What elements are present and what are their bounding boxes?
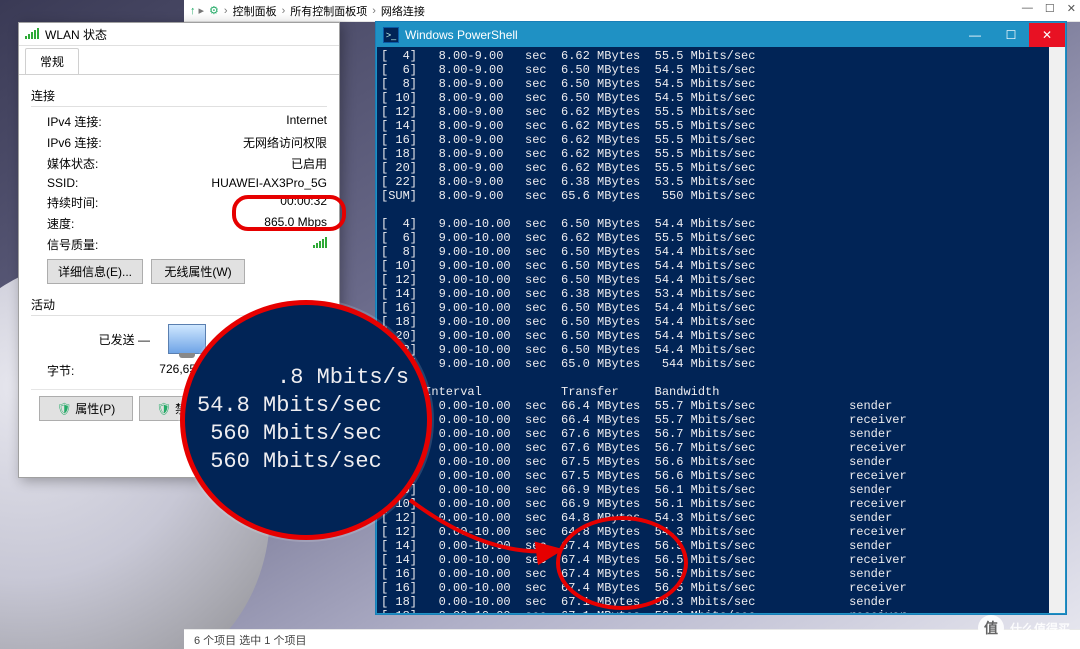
ps-titlebar[interactable]: >_ Windows PowerShell — ☐ ✕ [377, 23, 1065, 47]
crumb-all-items[interactable]: 所有控制面板项 [290, 3, 367, 19]
ps-maximize-button[interactable]: ☐ [993, 23, 1029, 47]
control-panel-icon: ⚙ [209, 4, 219, 17]
wifi-signal-icon [25, 27, 39, 42]
signal-icon [313, 236, 327, 253]
explorer-min-icon[interactable]: — [1022, 2, 1033, 15]
ps-console[interactable]: [ 4] 8.00-9.00 sec 6.62 MBytes 55.5 Mbit… [377, 47, 1065, 613]
wireless-properties-button[interactable]: 无线属性(W) [151, 259, 245, 284]
activity-icon [168, 324, 206, 354]
signal-label: 信号质量: [47, 236, 98, 253]
ipv4-value: Internet [286, 113, 327, 130]
powershell-window: >_ Windows PowerShell — ☐ ✕ [ 4] 8.00-9.… [376, 22, 1066, 614]
explorer-address-bar[interactable]: ↑ ▸ ⚙ › 控制面板 › 所有控制面板项 › 网络连接 — ☐ ✕ [184, 0, 1080, 22]
watermark: 值 什么值得买 [978, 615, 1070, 641]
explorer-max-icon[interactable]: ☐ [1045, 2, 1055, 15]
annotation-magnifier: .8 Mbits/s 54.8 Mbits/sec 560 Mbits/sec … [180, 300, 432, 540]
breadcrumb-sep: ▸ [199, 4, 205, 17]
powershell-icon: >_ [383, 27, 399, 43]
ipv4-label: IPv4 连接: [47, 113, 102, 130]
nav-up-icon[interactable]: ↑ [190, 5, 196, 17]
bytes-label: 字节: [47, 362, 74, 379]
explorer-close-icon[interactable]: ✕ [1067, 2, 1076, 15]
watermark-text: 什么值得买 [1010, 620, 1070, 637]
ipv6-label: IPv6 连接: [47, 134, 102, 151]
ssid-value: HUAWEI-AX3Pro_5G [211, 176, 327, 190]
media-value: 已启用 [291, 155, 327, 172]
details-button[interactable]: 详细信息(E)... [47, 259, 143, 284]
properties-button[interactable]: 🛡 属性(P) [39, 396, 133, 421]
ps-scrollbar[interactable] [1049, 47, 1065, 613]
media-label: 媒体状态: [47, 155, 98, 172]
watermark-logo-icon: 值 [978, 615, 1004, 641]
sent-label: 已发送 — [99, 331, 150, 348]
explorer-status-bar: 6 个项目 选中 1 个项目 [184, 629, 1080, 649]
crumb-control-panel[interactable]: 控制面板 [233, 3, 277, 19]
tab-general[interactable]: 常规 [25, 48, 79, 74]
ps-close-button[interactable]: ✕ [1029, 23, 1065, 47]
group-connection: 连接 [31, 87, 327, 104]
ps-title-text: Windows PowerShell [405, 28, 518, 42]
crumb-network-connections[interactable]: 网络连接 [381, 3, 425, 19]
mag-line1: .8 Mbits/s [197, 364, 427, 392]
mag-line4: 560 Mbits/sec [197, 448, 427, 476]
mag-line2: 54.8 Mbits/sec [197, 392, 427, 420]
ipv6-value: 无网络访问权限 [243, 134, 327, 151]
duration-value: 00:00:32 [280, 194, 327, 211]
speed-label: 速度: [47, 215, 74, 232]
ssid-label: SSID: [47, 176, 78, 190]
ps-minimize-button[interactable]: — [957, 23, 993, 47]
mag-line3: 560 Mbits/sec [197, 420, 427, 448]
speed-value: 865.0 Mbps [264, 215, 327, 232]
wlan-titlebar[interactable]: WLAN 状态 [19, 23, 339, 46]
wlan-title-text: WLAN 状态 [45, 26, 107, 43]
duration-label: 持续时间: [47, 194, 98, 211]
